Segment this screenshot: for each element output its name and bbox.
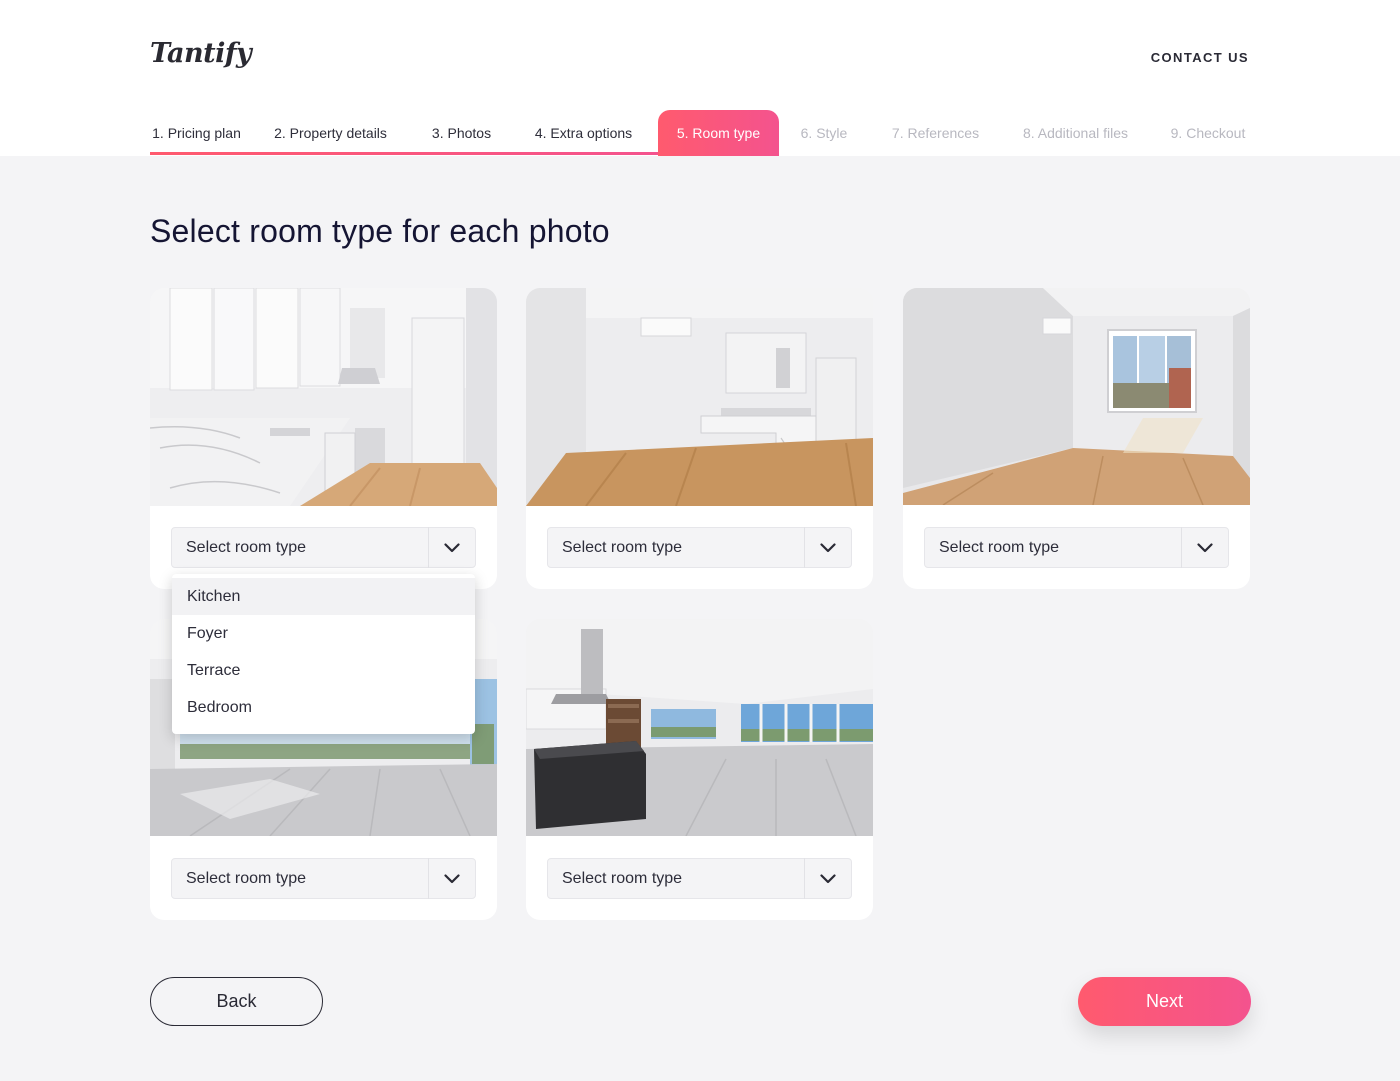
- contact-us-link[interactable]: CONTACT US: [1151, 50, 1249, 65]
- room-photo: [526, 288, 873, 506]
- step-extra-options[interactable]: 4. Extra options: [532, 110, 635, 156]
- step-additional-files[interactable]: 8. Additional files: [1018, 110, 1133, 156]
- room-type-select[interactable]: Select room type: [547, 527, 852, 568]
- room-type-select[interactable]: Select room type: [547, 858, 852, 899]
- chevron-down-icon[interactable]: [805, 858, 851, 899]
- photo-card: Select room type: [150, 288, 497, 589]
- back-button[interactable]: Back: [150, 977, 323, 1026]
- select-placeholder: Select room type: [562, 538, 683, 556]
- photo-card: Select room type: [526, 619, 873, 920]
- dropdown-option-bedroom[interactable]: Bedroom: [172, 689, 475, 726]
- dropdown-option-foyer[interactable]: Foyer: [172, 615, 475, 652]
- next-button[interactable]: Next: [1078, 977, 1251, 1026]
- room-photo: [150, 288, 497, 506]
- step-photos[interactable]: 3. Photos: [430, 110, 493, 156]
- step-property-details[interactable]: 2. Property details: [270, 110, 391, 156]
- select-placeholder: Select room type: [186, 869, 307, 887]
- step-room-type[interactable]: 5. Room type: [658, 110, 779, 156]
- step-pricing-plan[interactable]: 1. Pricing plan: [150, 110, 243, 156]
- step-nav: 1. Pricing plan 2. Property details 3. P…: [0, 110, 1400, 156]
- tantify-logo[interactable]: Tantify: [150, 38, 252, 69]
- page-title: Select room type for each photo: [150, 213, 610, 249]
- chevron-down-icon[interactable]: [805, 527, 851, 568]
- select-placeholder: Select room type: [186, 538, 307, 556]
- room-type-select[interactable]: Select room type: [171, 858, 476, 899]
- room-type-select[interactable]: Select room type: [171, 527, 476, 568]
- room-type-dropdown-menu: Kitchen Foyer Terrace Bedroom: [172, 574, 475, 734]
- room-photo: [903, 288, 1250, 506]
- step-references[interactable]: 7. References: [891, 110, 980, 156]
- chevron-down-icon[interactable]: [1182, 527, 1228, 568]
- select-placeholder: Select room type: [939, 538, 1060, 556]
- select-placeholder: Select room type: [562, 869, 683, 887]
- photo-card: Select room type: [526, 288, 873, 589]
- progress-bar: [150, 152, 658, 155]
- step-style[interactable]: 6. Style: [799, 110, 849, 156]
- top-bar: Tantify CONTACT US 1. Pricing plan 2. Pr…: [0, 0, 1400, 156]
- step-checkout[interactable]: 9. Checkout: [1169, 110, 1247, 156]
- room-type-select[interactable]: Select room type: [924, 527, 1229, 568]
- chevron-down-icon[interactable]: [429, 858, 475, 899]
- room-photo: [526, 619, 873, 837]
- photo-card: Select room type: [903, 288, 1250, 589]
- chevron-down-icon[interactable]: [429, 527, 475, 568]
- dropdown-option-kitchen[interactable]: Kitchen: [172, 578, 475, 615]
- dropdown-option-terrace[interactable]: Terrace: [172, 652, 475, 689]
